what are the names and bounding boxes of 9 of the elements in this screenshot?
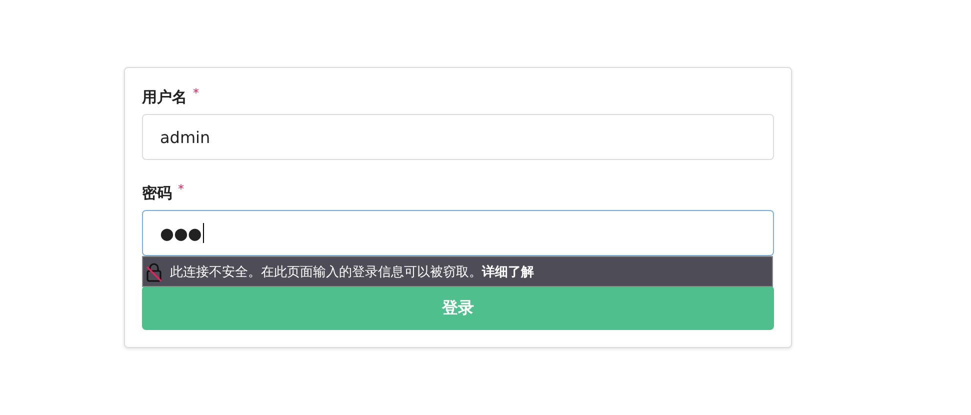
field-label: 密码 [142,183,172,204]
learn-more-link[interactable]: 详细了解 [482,262,534,280]
required-mark: * [178,182,184,196]
warning-message: 此连接不安全。在此页面输入的登录信息可以被窃取。 [170,264,482,280]
input-field[interactable]: ●●● [142,210,774,256]
crossed-lock-icon [146,262,162,282]
field-label: 用户名 [142,87,187,108]
input-field[interactable]: admin [142,114,774,160]
required-mark: * [193,86,199,100]
